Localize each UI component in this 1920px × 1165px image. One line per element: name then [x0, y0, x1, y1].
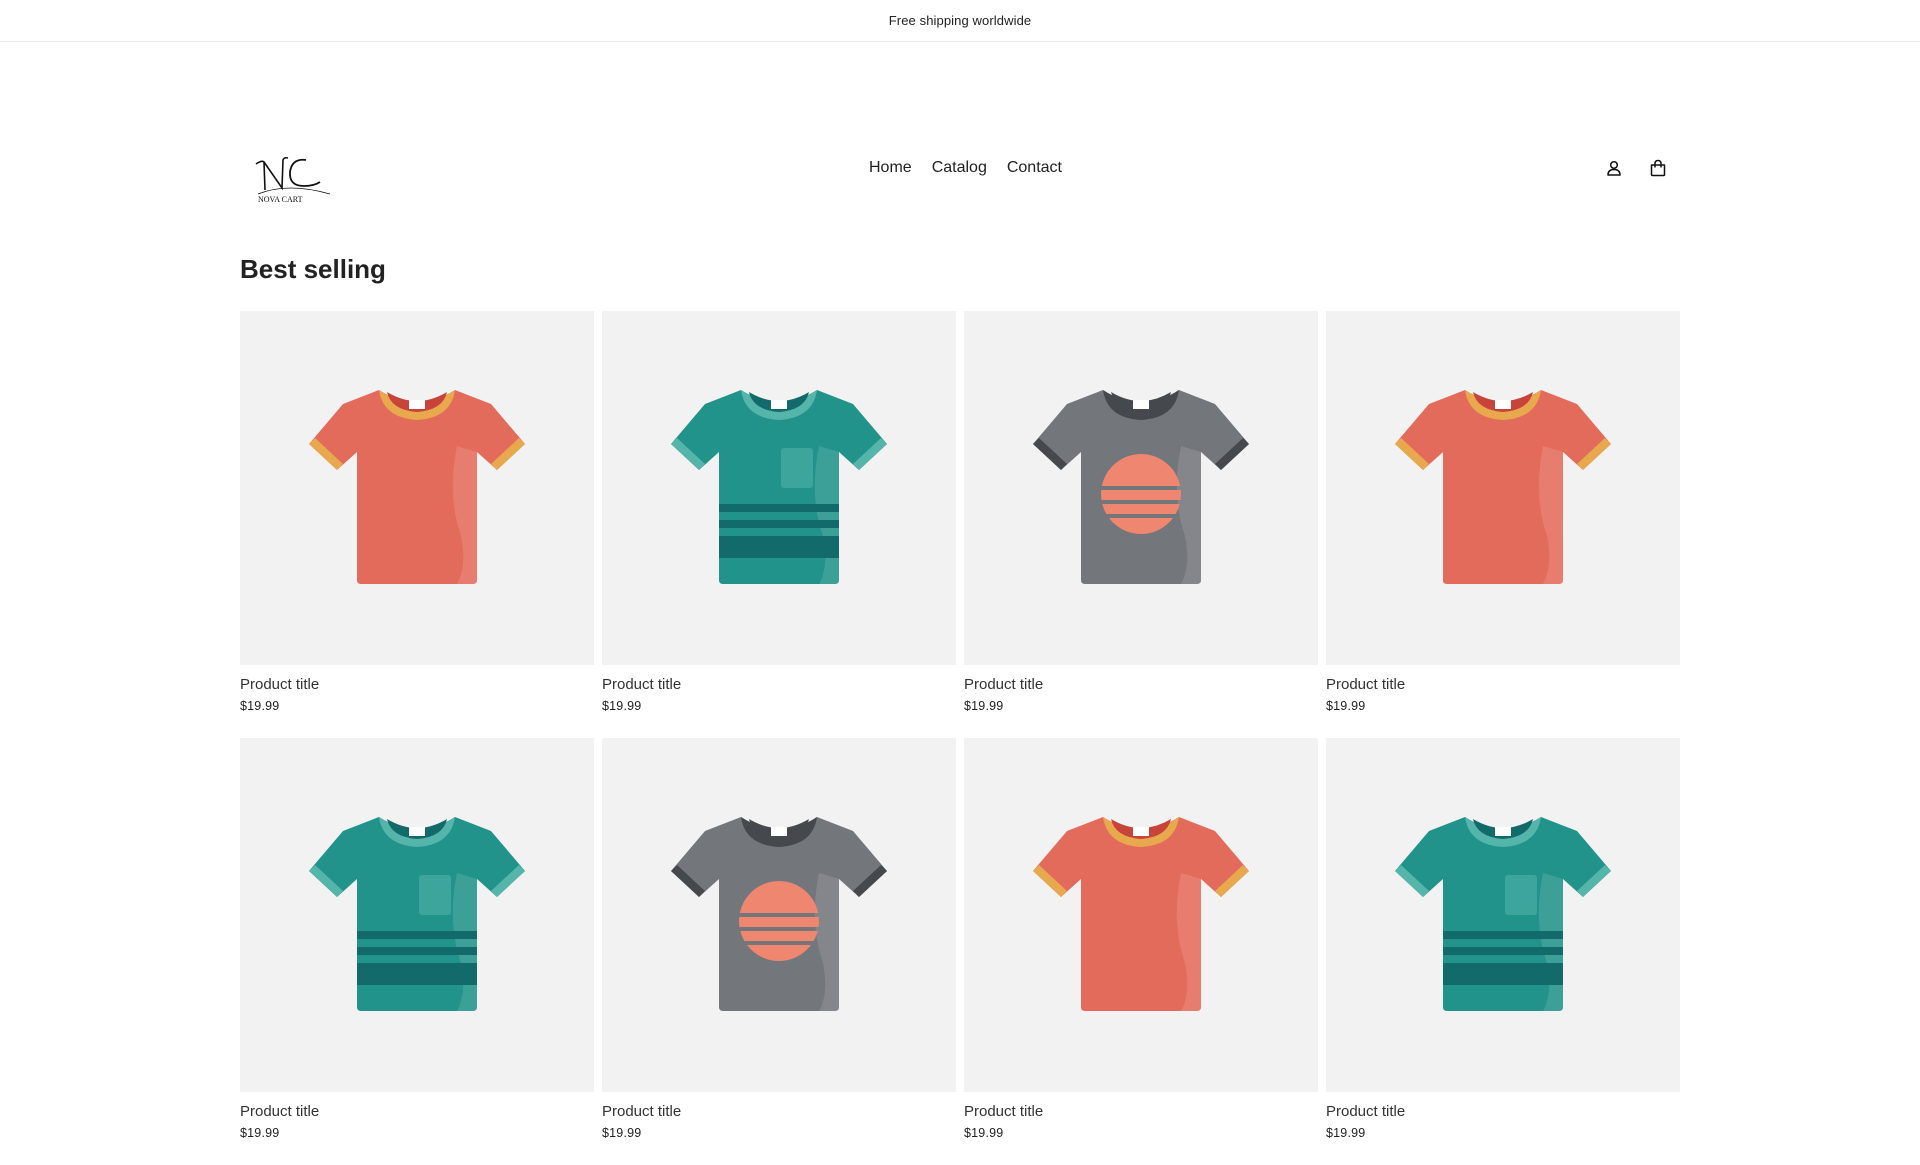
product-image[interactable]	[602, 738, 956, 1092]
nav-home[interactable]: Home	[869, 159, 912, 177]
store-logo[interactable]: NOVA CART	[248, 150, 334, 208]
product-card[interactable]: Product title $19.99	[964, 311, 1318, 738]
cart-icon[interactable]	[1648, 158, 1668, 178]
product-title[interactable]: Product title	[964, 1103, 1318, 1120]
logo-text: NOVA CART	[258, 195, 303, 204]
product-card[interactable]: Product title $19.99	[240, 311, 594, 738]
product-card[interactable]: Product title $19.99	[602, 311, 956, 738]
product-price: $19.99	[240, 1126, 280, 1140]
product-image[interactable]	[240, 311, 594, 665]
product-title[interactable]: Product title	[602, 1103, 956, 1120]
product-image[interactable]	[240, 738, 594, 1092]
tshirt-image	[1395, 390, 1611, 584]
account-icon[interactable]	[1604, 158, 1624, 178]
tshirt-image	[309, 390, 525, 584]
product-title[interactable]: Product title	[602, 676, 956, 693]
product-card[interactable]: Product title $19.99	[240, 738, 594, 1165]
tshirt-image	[309, 817, 525, 1011]
product-image[interactable]	[1326, 738, 1680, 1092]
product-card[interactable]: Product title $19.99	[1326, 311, 1680, 738]
product-image[interactable]	[602, 311, 956, 665]
nav-contact[interactable]: Contact	[1007, 159, 1062, 177]
product-title[interactable]: Product title	[240, 676, 594, 693]
product-title[interactable]: Product title	[964, 676, 1318, 693]
product-image[interactable]	[1326, 311, 1680, 665]
section-title: Best selling	[240, 254, 386, 284]
main-nav: Home Catalog Contact	[869, 159, 1062, 177]
header-icons	[1604, 158, 1668, 178]
product-price: $19.99	[602, 1126, 642, 1140]
product-price: $19.99	[1326, 699, 1366, 713]
product-grid: Product title $19.99 Product title $19.99 Pr…	[240, 311, 1680, 1165]
product-title[interactable]: Product title	[1326, 676, 1680, 693]
tshirt-image	[1395, 817, 1611, 1011]
tshirt-image	[671, 817, 887, 1011]
site-header: NOVA CART Home Catalog Contact	[0, 42, 1920, 212]
tshirt-image	[1033, 817, 1249, 1011]
product-title[interactable]: Product title	[1326, 1103, 1680, 1120]
product-price: $19.99	[1326, 1126, 1366, 1140]
tshirt-image	[671, 390, 887, 584]
announcement-text: Free shipping worldwide	[888, 13, 1032, 28]
product-price: $19.99	[240, 699, 280, 713]
product-price: $19.99	[602, 699, 642, 713]
product-card[interactable]: Product title $19.99	[964, 738, 1318, 1165]
product-image[interactable]	[964, 738, 1318, 1092]
product-title[interactable]: Product title	[240, 1103, 594, 1120]
product-price: $19.99	[964, 699, 1004, 713]
product-image[interactable]	[964, 311, 1318, 665]
product-card[interactable]: Product title $19.99	[602, 738, 956, 1165]
product-price: $19.99	[964, 1126, 1004, 1140]
announcement-bar: Free shipping worldwide	[0, 0, 1920, 42]
nav-catalog[interactable]: Catalog	[932, 159, 987, 177]
tshirt-image	[1033, 390, 1249, 584]
product-card[interactable]: Product title $19.99	[1326, 738, 1680, 1165]
